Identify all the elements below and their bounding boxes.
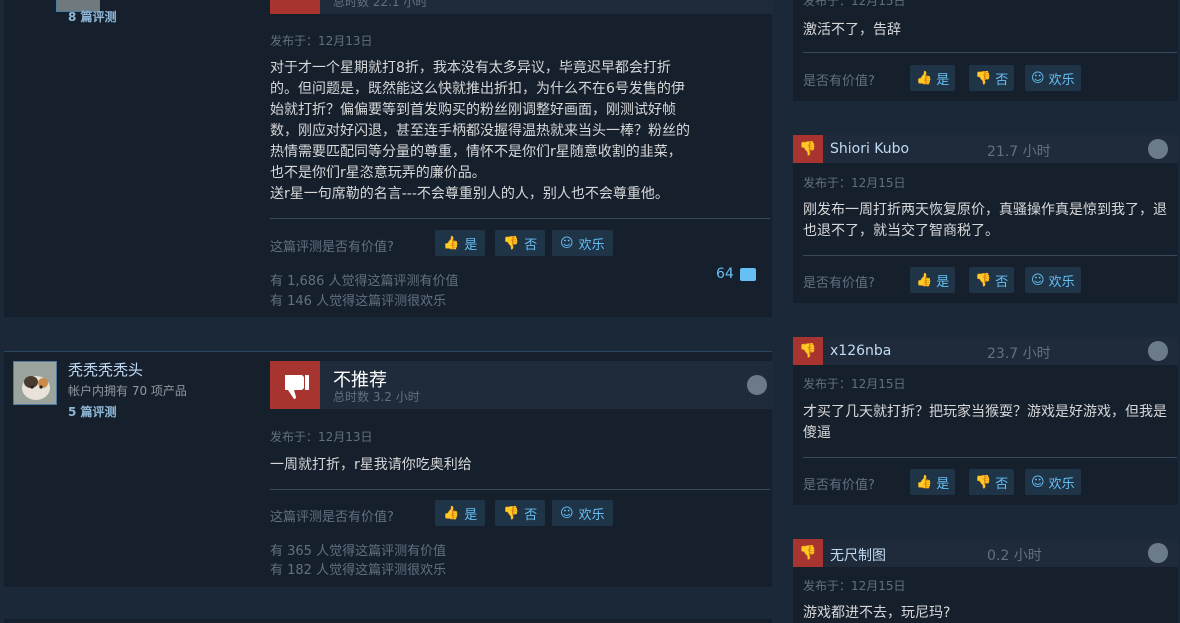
vote-funny-button[interactable]: ☺ 欢乐: [1025, 267, 1081, 293]
thumbs-up-icon: 👍: [443, 235, 460, 251]
next-review-card-edge: [4, 619, 772, 623]
playtime: 总时数 22.1 小时: [333, 0, 428, 9]
steam-icon: [1148, 139, 1168, 159]
posted-date: 发布于：12月13日: [270, 430, 373, 444]
posted-date: 发布于：12月13日: [270, 34, 373, 48]
smile-icon: ☺: [1031, 272, 1045, 288]
posted-date: 发布于：12月15日: [803, 176, 906, 190]
thumbs-down-icon: 👎: [975, 70, 992, 86]
side-review-card: 👎 x126nba 23.7 小时 发布于：12月15日 才买了几天就打折？把玩…: [793, 337, 1178, 505]
vote-no-button[interactable]: 👎 否: [495, 500, 546, 526]
helpful-question: 这篇评测是否有价值?: [270, 240, 394, 255]
playtime: 0.2 小时: [987, 548, 1042, 564]
helpful-count: 有 365 人觉得这篇评测有价值: [270, 544, 447, 559]
review-text: 才买了几天就打折？把玩家当猴耍？游戏是好游戏，但我是傻逼: [803, 404, 1167, 441]
user-name[interactable]: 无尺制图: [830, 545, 886, 565]
vote-no-button[interactable]: 👎 否: [969, 469, 1015, 495]
funny-count: 有 146 人觉得这篇评测很欢乐: [270, 294, 447, 309]
posted-date: 发布于：12月15日: [803, 377, 906, 391]
steam-icon: [747, 375, 767, 395]
divider: [270, 489, 770, 490]
thumbs-down-icon: 👎: [793, 135, 823, 163]
cat-avatar-icon: [14, 362, 56, 404]
thumbs-down-icon: 👎: [793, 539, 823, 567]
comment-link[interactable]: 64: [716, 266, 756, 282]
vote-funny-button[interactable]: ☺ 欢乐: [1025, 469, 1081, 495]
vote-funny-button[interactable]: ☺ 欢乐: [552, 500, 613, 526]
helpful-question: 是否有价值?: [803, 276, 875, 291]
vote-funny-button[interactable]: ☺ 欢乐: [552, 230, 613, 256]
review-text: 一周就打折，r星我请你吃奥利给: [270, 457, 472, 473]
user-products[interactable]: 帐户内拥有 70 项产品: [68, 382, 187, 399]
playtime: 23.7 小时: [987, 346, 1051, 362]
thumbs-down-icon: [270, 0, 320, 14]
review-text: 游戏都进不去，玩尼玛?: [803, 605, 951, 621]
posted-date: 发布于：12月15日: [803, 579, 906, 593]
verdict-header[interactable]: 不推荐 总时数 3.2 小时: [270, 361, 773, 409]
side-review-card: 发布于：12月15日 激活不了，告辞 是否有价值? 👍 是 👎 否 ☺ 欢乐: [793, 0, 1178, 101]
vote-no-button[interactable]: 👎 否: [969, 267, 1015, 293]
avatar[interactable]: [13, 361, 57, 405]
thumbs-up-icon: 👍: [916, 272, 933, 288]
divider: [803, 52, 1177, 53]
divider: [270, 218, 770, 219]
review-text: 对于才一个星期就打8折，我本没有太多异议，毕竟迟早都会打折 的。但问题是，既然能…: [270, 60, 690, 202]
steam-icon: [1148, 341, 1168, 361]
user-review-count[interactable]: 5 篇评测: [68, 403, 117, 420]
vote-funny-button[interactable]: ☺ 欢乐: [1025, 65, 1081, 91]
playtime: 21.7 小时: [987, 144, 1051, 160]
review-card: 8 篇评测 总时数 22.1 小时 发布于：12月13日 对于才一个星期就打8折…: [4, 0, 773, 317]
helpful-question: 这篇评测是否有价值?: [270, 510, 394, 525]
smile-icon: ☺: [560, 235, 574, 251]
thumbs-up-icon: 👍: [443, 505, 460, 521]
vote-no-button[interactable]: 👎 否: [969, 65, 1015, 91]
side-review-header[interactable]: 👎 无尺制图 0.2 小时: [793, 539, 1178, 567]
side-review-header[interactable]: 👎 Shiori Kubo 21.7 小时: [793, 135, 1178, 163]
vote-yes-button[interactable]: 👍 是: [435, 230, 486, 256]
playtime: 总时数 3.2 小时: [333, 390, 420, 404]
thumbs-down-icon: 👎: [503, 235, 520, 251]
vote-yes-button[interactable]: 👍 是: [910, 65, 956, 91]
vote-no-button[interactable]: 👎 否: [495, 230, 546, 256]
side-review-header[interactable]: 👎 x126nba 23.7 小时: [793, 337, 1178, 365]
steam-icon: [1148, 543, 1168, 563]
user-review-count[interactable]: 8 篇评测: [68, 8, 117, 25]
funny-count: 有 182 人觉得这篇评测很欢乐: [270, 563, 447, 578]
thumbs-down-icon: 👎: [975, 272, 992, 288]
thumbs-down-icon: 👎: [975, 474, 992, 490]
user-name[interactable]: Shiori Kubo: [830, 141, 909, 157]
comment-icon: [739, 267, 756, 281]
thumbs-down-icon: 👎: [793, 337, 823, 365]
verdict-header: 总时数 22.1 小时: [270, 0, 773, 14]
user-name[interactable]: x126nba: [830, 343, 891, 359]
helpful-question: 是否有价值?: [803, 74, 875, 89]
smile-icon: ☺: [1031, 474, 1045, 490]
divider: [803, 457, 1177, 458]
review-text: 激活不了，告辞: [803, 22, 901, 38]
thumbs-down-icon: 👎: [503, 505, 520, 521]
review-card: 秃秃秃秃头 帐户内拥有 70 项产品 5 篇评测 不推荐 总时数 3.2 小时 …: [4, 351, 773, 587]
vote-yes-button[interactable]: 👍 是: [910, 469, 956, 495]
thumbs-up-icon: 👍: [916, 70, 933, 86]
helpful-count: 有 1,686 人觉得这篇评测有价值: [270, 274, 459, 289]
side-review-card: 👎 无尺制图 0.2 小时 发布于：12月15日 游戏都进不去，玩尼玛?: [793, 539, 1178, 623]
vote-yes-button[interactable]: 👍 是: [435, 500, 486, 526]
posted-date: 发布于：12月15日: [803, 0, 906, 8]
divider: [803, 255, 1177, 256]
thumbs-up-icon: 👍: [916, 474, 933, 490]
side-review-card: 👎 Shiori Kubo 21.7 小时 发布于：12月15日 刚发布一周打折…: [793, 135, 1178, 303]
helpful-question: 是否有价值?: [803, 478, 875, 493]
thumbs-down-icon: [270, 361, 320, 409]
smile-icon: ☺: [1031, 70, 1045, 86]
vote-yes-button[interactable]: 👍 是: [910, 267, 956, 293]
smile-icon: ☺: [560, 505, 574, 521]
review-text: 刚发布一周打折两天恢复原价，真骚操作真是惊到我了，退也退不了，就当交了智商税了。: [803, 202, 1167, 239]
user-name[interactable]: 秃秃秃秃头: [68, 359, 143, 380]
